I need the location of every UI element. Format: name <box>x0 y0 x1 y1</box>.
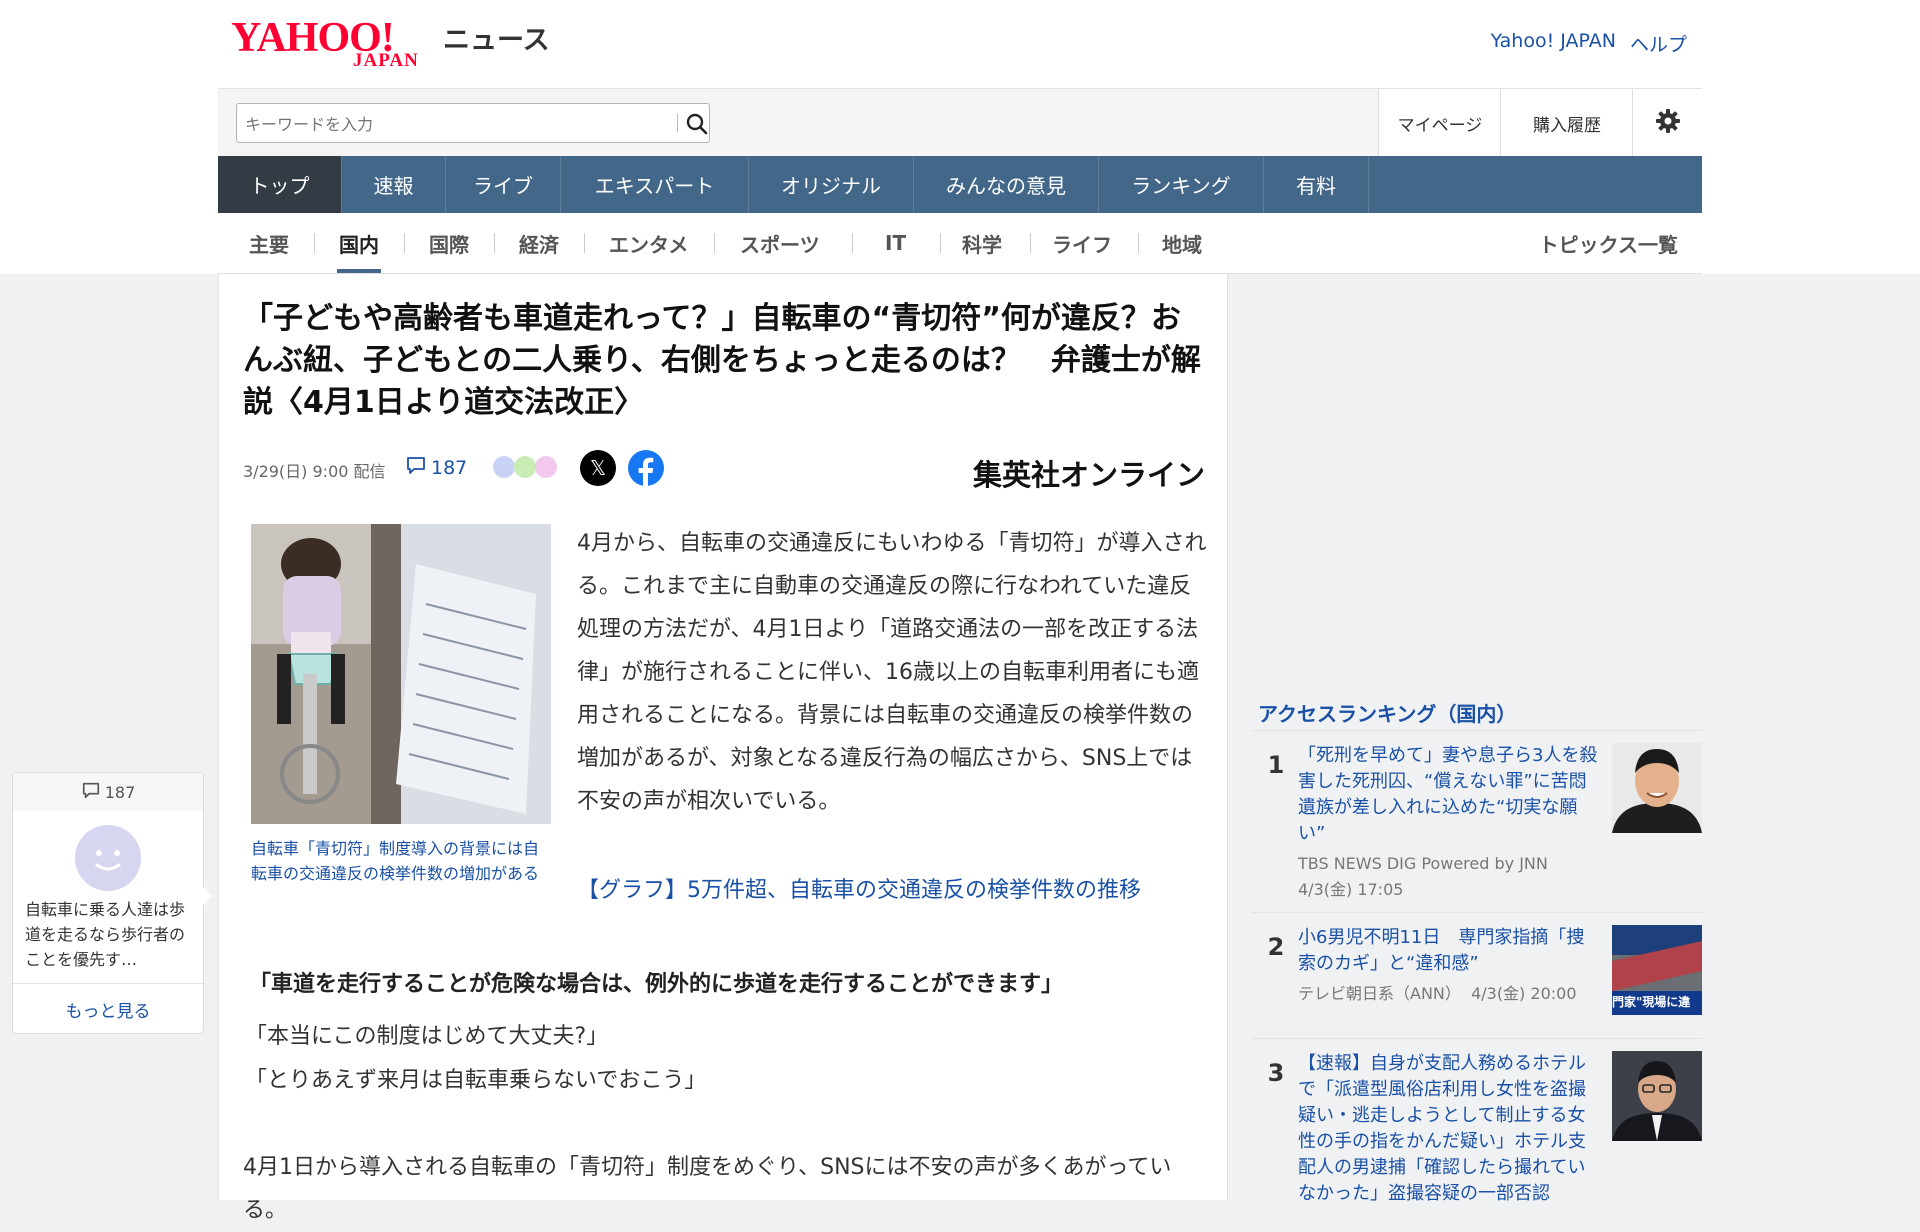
category-divider <box>714 233 715 253</box>
article-subheading: 「車道を走行することが危険な場合は、例外的に歩道を走行することができます」 <box>249 972 1064 997</box>
ranking-thumbnail[interactable] <box>1612 1051 1702 1141</box>
ranking-thumbnail[interactable] <box>1612 743 1702 833</box>
photo-caption[interactable]: 自転車「青切符」制度導入の背景には自転車の交通違反の検挙件数の増加がある <box>251 836 551 886</box>
thumbnail-caption-text: 門家"現場に違 <box>1612 995 1691 1009</box>
publish-date: 3/29(日) 9:00 配信 <box>243 462 386 481</box>
reaction-face-icon <box>493 456 515 478</box>
comment-widget-header[interactable]: 187 <box>13 773 203 811</box>
mypage-button[interactable]: マイページ <box>1378 89 1501 157</box>
comment-icon <box>81 780 101 804</box>
ranking-item-time: 4/3(金) 20:00 <box>1471 984 1577 1003</box>
nav-original[interactable]: オリジナル <box>749 156 914 213</box>
category-divider <box>584 233 585 253</box>
comment-count: 187 <box>431 456 468 479</box>
comment-widget[interactable]: 187 自転車に乗る人達は歩道を走るなら歩行者のことを優先す… もっと見る <box>12 772 212 1034</box>
settings-button[interactable] <box>1632 89 1703 157</box>
ranking-item-title[interactable]: 「死刑を早めて」妻や息子ら3人を殺害した死刑囚、“償えない罪”に苦悶 遺族が差し… <box>1298 743 1605 847</box>
ranking-item-source: テレビ朝日系（ANN） <box>1298 984 1461 1003</box>
category-divider <box>852 233 853 253</box>
publisher-name[interactable]: 集英社オンライン <box>973 452 1205 494</box>
category-domestic[interactable]: 国内 <box>337 213 381 273</box>
reaction-faces <box>493 456 563 480</box>
commenter-avatar <box>75 825 141 891</box>
ranking-item-source: TBS NEWS DIG Powered by JNN <box>1298 854 1548 873</box>
category-divider <box>1138 233 1139 253</box>
search-input[interactable] <box>243 108 657 140</box>
category-life[interactable]: ライフ <box>1052 213 1112 273</box>
category-it[interactable]: IT <box>885 213 906 273</box>
category-main[interactable]: 主要 <box>249 213 289 273</box>
category-region[interactable]: 地域 <box>1162 213 1202 273</box>
nav-top[interactable]: トップ <box>218 156 342 213</box>
article-meta: 3/29(日) 9:00 配信 187 𝕏 集英社オンライン <box>243 450 1205 492</box>
category-science[interactable]: 科学 <box>962 213 1002 273</box>
x-share-icon[interactable]: 𝕏 <box>580 450 616 486</box>
category-divider <box>1030 233 1031 253</box>
search-icon[interactable] <box>685 112 709 136</box>
reaction-face-icon <box>514 456 536 478</box>
article-title: 「子どもや高齢者も車道走れって？」自転車の“青切符”何が違反？おんぶ紐、子どもと… <box>243 301 1201 420</box>
category-economy[interactable]: 経済 <box>519 213 559 273</box>
yahoo-news-logo[interactable]: YAHOO! JAPAN ニュース <box>231 12 551 76</box>
category-entertainment[interactable]: エンタメ <box>609 213 688 273</box>
see-more-comments-link[interactable]: もっと見る <box>13 983 203 1034</box>
yahoo-japan-link[interactable]: Yahoo! JAPAN <box>1491 30 1616 57</box>
purchase-history-button[interactable]: 購入履歴 <box>1500 89 1633 157</box>
comment-preview-text[interactable]: 自転車に乗る人達は歩道を走るなら歩行者のことを優先す… <box>25 897 195 972</box>
category-divider <box>404 233 405 253</box>
ranking-item[interactable]: 1 「死刑を早めて」妻や息子ら3人を殺害した死刑囚、“償えない罪”に苦悶 遺族が… <box>1252 730 1702 913</box>
ranking-item-title[interactable]: 小6男児不明11日 専門家指摘「捜索のカギ」と“違和感” <box>1298 925 1598 977</box>
comment-icon <box>405 454 427 481</box>
nav-ranking[interactable]: ランキング <box>1099 156 1264 213</box>
nav-opinion[interactable]: みんなの意見 <box>914 156 1099 213</box>
help-link[interactable]: ヘルプ <box>1630 30 1687 57</box>
ranking-item-time: 4/3(金) 17:05 <box>1298 880 1404 899</box>
ranking-item[interactable]: 2 小6男児不明11日 専門家指摘「捜索のカギ」と“違和感” テレビ朝日系（AN… <box>1252 912 1702 1039</box>
ranking-number: 3 <box>1267 1059 1285 1087</box>
logo-service-name: ニュース <box>443 25 550 56</box>
widget-pointer <box>203 887 212 905</box>
search-box <box>236 103 710 143</box>
ranking-item-source-time: テレビ朝日系（ANN） 4/3(金) 20:00 <box>1298 981 1577 1007</box>
category-nav: 主要 国内 国際 経済 エンタメ スポーツ IT 科学 ライフ 地域 トピックス… <box>218 213 1702 274</box>
nav-breaking[interactable]: 速報 <box>342 156 446 213</box>
ranking-number: 2 <box>1267 933 1285 961</box>
quote-line: 「とりあえず来月は自転車乗らないでおこう」 <box>245 1068 707 1093</box>
nav-live[interactable]: ライブ <box>446 156 561 213</box>
nav-expert[interactable]: エキスパート <box>561 156 749 213</box>
article-photo[interactable] <box>251 524 551 824</box>
gear-icon <box>1655 108 1681 139</box>
ranking-item[interactable]: 3 【速報】自身が支配人務めるホテルで「派遣型風俗店利用し女性を盗撮疑い・逃走し… <box>1252 1038 1702 1204</box>
article-paragraph: 4月1日から導入される自転車の「青切符」制度をめぐり、SNSには不安の声が多くあ… <box>243 1155 1172 1223</box>
quote-line: 「本当にこの制度はじめて大丈夫?」 <box>245 1024 609 1049</box>
widget-comment-count: 187 <box>104 782 136 802</box>
category-divider <box>314 233 315 253</box>
logo-japan-text: JAPAN <box>353 50 419 71</box>
category-international[interactable]: 国際 <box>429 213 469 273</box>
header-links: Yahoo! JAPAN ヘルプ <box>1491 30 1687 57</box>
comment-count-link[interactable]: 187 <box>405 454 467 481</box>
nav-paid[interactable]: 有料 <box>1264 156 1369 213</box>
ranking-item-title[interactable]: 【速報】自身が支配人務めるホテルで「派遣型風俗店利用し女性を盗撮疑い・逃走しよう… <box>1298 1051 1598 1207</box>
ranking-number: 1 <box>1267 751 1285 779</box>
article-lead-paragraph: 4月から、自転車の交通違反にもいわゆる「青切符」が導入される。これまで主に自動車… <box>577 531 1207 814</box>
topics-list-link[interactable]: トピックス一覧 <box>1539 213 1678 273</box>
reaction-face-icon <box>535 456 557 478</box>
ranking-thumbnail[interactable]: 門家"現場に違 <box>1612 925 1702 1015</box>
ranking-title: アクセスランキング（国内） <box>1258 702 1517 726</box>
facebook-share-icon[interactable] <box>628 450 664 486</box>
category-divider <box>494 233 495 253</box>
search-band: マイページ 購入履歴 <box>218 88 1703 157</box>
graph-link[interactable]: 【グラフ】5万件超、自転車の交通違反の検挙件数の推移 <box>577 872 1141 904</box>
main-nav: トップ 速報 ライブ エキスパート オリジナル みんなの意見 ランキング 有料 <box>218 156 1702 213</box>
search-divider <box>677 114 678 132</box>
category-divider <box>940 233 941 253</box>
category-sports[interactable]: スポーツ <box>740 213 820 273</box>
article-card: 「子どもや高齢者も車道走れって？」自転車の“青切符”何が違反？おんぶ紐、子どもと… <box>218 274 1228 1223</box>
